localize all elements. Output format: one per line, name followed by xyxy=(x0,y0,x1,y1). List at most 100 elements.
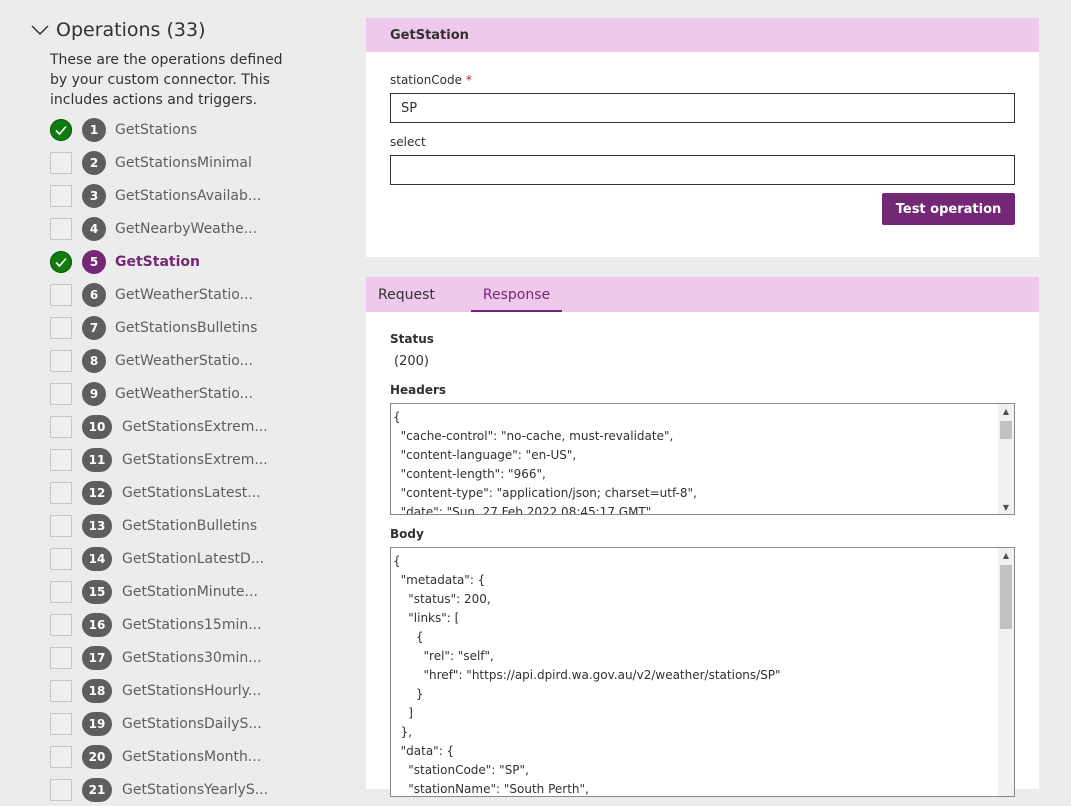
checkbox[interactable] xyxy=(50,580,72,603)
checkbox[interactable] xyxy=(50,745,72,768)
operation-number-badge: 5 xyxy=(82,249,106,274)
operation-item-21[interactable]: 21 GetStationsYearlyS... xyxy=(50,773,268,806)
operation-number-badge: 10 xyxy=(82,414,112,439)
operation-item-19[interactable]: 19 GetStationsDailyS... xyxy=(50,707,268,740)
checkbox[interactable] xyxy=(50,514,72,537)
operation-item-13[interactable]: 13 GetStationBulletins xyxy=(50,509,268,542)
operation-number-badge: 12 xyxy=(82,480,112,505)
operation-label: GetStationsHourly... xyxy=(122,682,262,699)
request-response-tabs: Request Response xyxy=(366,277,1039,312)
body-scrollbar[interactable]: ▲ xyxy=(998,548,1014,796)
operation-number-badge: 4 xyxy=(82,216,106,241)
checkbox[interactable] xyxy=(50,481,72,504)
station-code-label: stationCode * xyxy=(390,73,472,87)
headers-scrollbar[interactable]: ▲ ▼ xyxy=(998,404,1014,514)
status-value: (200) xyxy=(394,354,429,369)
operation-item-9[interactable]: 9 GetWeatherStatio... xyxy=(50,377,268,410)
operation-label: GetWeatherStatio... xyxy=(115,352,253,369)
operation-number-badge: 17 xyxy=(82,645,112,670)
operation-label: GetStationsLatest... xyxy=(122,484,261,501)
checkbox[interactable] xyxy=(50,184,72,207)
operation-item-12[interactable]: 12 GetStationsLatest... xyxy=(50,476,268,509)
checkbox[interactable] xyxy=(50,547,72,570)
operation-number-badge: 14 xyxy=(82,546,112,571)
operation-item-14[interactable]: 14 GetStationLatestD... xyxy=(50,542,268,575)
operation-item-5[interactable]: 5 GetStation xyxy=(50,245,268,278)
checkbox[interactable] xyxy=(50,283,72,306)
operation-item-11[interactable]: 11 GetStationsExtrem... xyxy=(50,443,268,476)
operation-item-17[interactable]: 17 GetStations30min... xyxy=(50,641,268,674)
operation-item-16[interactable]: 16 GetStations15min... xyxy=(50,608,268,641)
operation-label: GetStationsAvailab... xyxy=(115,187,262,204)
operation-label: GetStationsMonth... xyxy=(122,748,262,765)
tab-request[interactable]: Request xyxy=(378,277,435,312)
operation-item-6[interactable]: 6 GetWeatherStatio... xyxy=(50,278,268,311)
station-code-input[interactable] xyxy=(390,93,1015,123)
operation-label: GetStationsMinimal xyxy=(115,154,252,171)
operation-item-1[interactable]: 1 GetStations xyxy=(50,113,268,146)
operation-item-10[interactable]: 10 GetStationsExtrem... xyxy=(50,410,268,443)
response-card: Request Response Status (200) Headers { … xyxy=(366,277,1039,797)
body-textarea[interactable]: { "metadata": { "status": 200, "links": … xyxy=(390,547,1015,797)
checkbox[interactable] xyxy=(50,316,72,339)
operation-number-badge: 19 xyxy=(82,711,112,736)
headers-scroll-thumb[interactable] xyxy=(1000,421,1012,439)
operation-label: GetStationsExtrem... xyxy=(122,418,268,435)
operation-item-3[interactable]: 3 GetStationsAvailab... xyxy=(50,179,268,212)
operations-description: These are the operations defined by your… xyxy=(50,52,283,108)
operation-label: GetStationsBulletins xyxy=(115,319,258,336)
headers-textarea[interactable]: { "cache-control": "no-cache, must-reval… xyxy=(390,403,1015,515)
test-operation-button[interactable]: Test operation xyxy=(882,193,1015,225)
operation-label: GetStations30min... xyxy=(122,649,262,666)
operation-label: GetStationsYearlyS... xyxy=(122,781,269,798)
operation-number-badge: 16 xyxy=(82,612,112,637)
scroll-up-icon[interactable]: ▲ xyxy=(998,548,1014,562)
operation-item-20[interactable]: 20 GetStationsMonth... xyxy=(50,740,268,773)
checkmark-icon[interactable] xyxy=(50,250,72,273)
operation-number-badge: 13 xyxy=(82,513,112,538)
checkbox[interactable] xyxy=(50,415,72,438)
operation-label: GetStationsExtrem... xyxy=(122,451,268,468)
operation-item-15[interactable]: 15 GetStationMinute... xyxy=(50,575,268,608)
checkbox[interactable] xyxy=(50,712,72,735)
scroll-up-icon[interactable]: ▲ xyxy=(998,404,1014,418)
body-scroll-thumb[interactable] xyxy=(1000,565,1012,629)
operation-label: GetStationsDailyS... xyxy=(122,715,262,732)
checkbox[interactable] xyxy=(50,613,72,636)
operation-number-badge: 7 xyxy=(82,315,106,340)
body-label: Body xyxy=(390,527,424,541)
operation-number-badge: 11 xyxy=(82,447,112,472)
tab-response[interactable]: Response xyxy=(470,277,563,312)
chevron-down-icon[interactable] xyxy=(30,20,50,40)
checkbox[interactable] xyxy=(50,448,72,471)
operation-item-4[interactable]: 4 GetNearbyWeathe... xyxy=(50,212,268,245)
scroll-down-icon[interactable]: ▼ xyxy=(998,500,1014,514)
operation-parameters-card: GetStation stationCode * select Test ope… xyxy=(366,18,1039,257)
operation-label: GetNearbyWeathe... xyxy=(115,220,258,237)
operation-item-2[interactable]: 2 GetStationsMinimal xyxy=(50,146,268,179)
operation-number-badge: 21 xyxy=(82,777,112,802)
select-label: select xyxy=(390,135,426,149)
checkbox[interactable] xyxy=(50,217,72,240)
required-indicator: * xyxy=(465,73,472,87)
operation-label: GetStations15min... xyxy=(122,616,262,633)
operations-header[interactable]: Operations (33) xyxy=(30,19,206,41)
operation-number-badge: 3 xyxy=(82,183,106,208)
checkbox[interactable] xyxy=(50,778,72,801)
operation-number-badge: 1 xyxy=(82,117,106,142)
operation-item-8[interactable]: 8 GetWeatherStatio... xyxy=(50,344,268,377)
operation-item-18[interactable]: 18 GetStationsHourly... xyxy=(50,674,268,707)
operation-title: GetStation xyxy=(390,27,469,43)
operation-number-badge: 20 xyxy=(82,744,112,769)
select-input[interactable] xyxy=(390,155,1015,185)
operation-label: GetStationLatestD... xyxy=(122,550,265,567)
checkbox[interactable] xyxy=(50,382,72,405)
checkbox[interactable] xyxy=(50,679,72,702)
checkbox[interactable] xyxy=(50,646,72,669)
operation-label: GetStationMinute... xyxy=(122,583,258,600)
checkbox[interactable] xyxy=(50,349,72,372)
operation-item-7[interactable]: 7 GetStationsBulletins xyxy=(50,311,268,344)
checkbox[interactable] xyxy=(50,151,72,174)
body-content: { "metadata": { "status": 200, "links": … xyxy=(393,554,781,796)
checkmark-icon[interactable] xyxy=(50,118,72,141)
